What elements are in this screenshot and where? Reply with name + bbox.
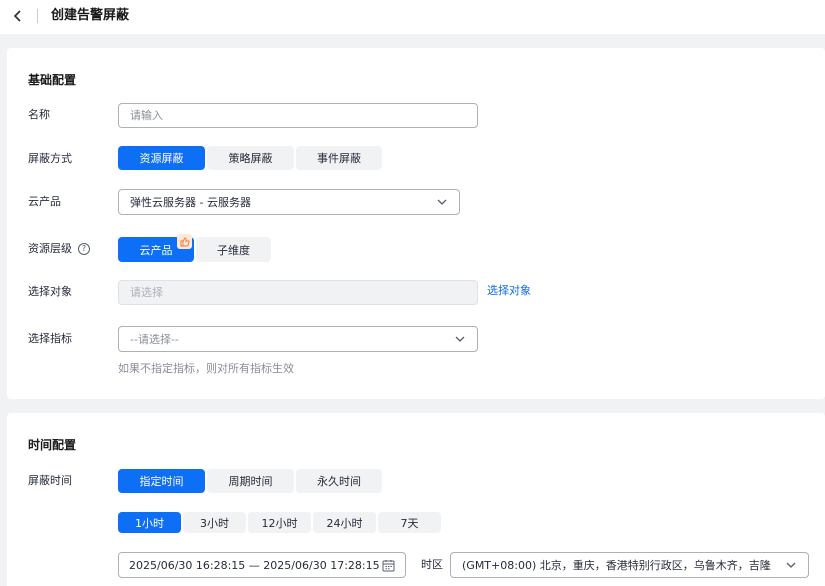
duration-12h[interactable]: 12小时 [248, 512, 311, 533]
select-metric-label: 选择指标 [28, 332, 72, 345]
mask-type-label: 屏蔽方式 [28, 152, 72, 165]
page-title: 创建告警屏蔽 [51, 8, 130, 23]
mask-type-resource[interactable]: 资源屏蔽 [118, 146, 205, 170]
mask-time-specified[interactable]: 指定时间 [118, 469, 205, 493]
mask-time-periodic[interactable]: 周期时间 [207, 469, 294, 493]
select-metric-hint: 如果不指定指标，则对所有指标生效 [118, 362, 294, 375]
mask-type-segment: 资源屏蔽 策略屏蔽 事件屏蔽 [118, 146, 382, 170]
select-object-label: 选择对象 [28, 285, 72, 298]
mask-time-label: 屏蔽时间 [28, 474, 72, 487]
back-arrow-icon[interactable] [10, 6, 26, 26]
basic-config-title: 基础配置 [28, 73, 77, 87]
select-object-link[interactable]: 选择对象 [487, 284, 531, 298]
select-object-input [118, 280, 478, 305]
duration-24h[interactable]: 24小时 [313, 512, 376, 533]
cloud-product-select[interactable]: 弹性云服务器 - 云服务器 [118, 189, 460, 215]
timezone-value: (GMT+08:00) 北京，重庆，香港特别行政区，乌鲁木齐，吉隆... [462, 559, 772, 572]
timezone-select[interactable]: (GMT+08:00) 北京，重庆，香港特别行政区，乌鲁木齐，吉隆... [450, 552, 809, 578]
resource-level-label: 资源层级 ? [28, 242, 90, 256]
mask-time-segment: 指定时间 周期时间 永久时间 [118, 469, 382, 493]
basic-config-card: 基础配置 名称 屏蔽方式 资源屏蔽 策略屏蔽 事件屏蔽 云产品 弹性云服务器 -… [7, 48, 825, 399]
time-config-card: 时间配置 屏蔽时间 指定时间 周期时间 永久时间 1小时 3小时 12小时 24… [7, 413, 825, 586]
mask-type-policy[interactable]: 策略屏蔽 [207, 146, 294, 170]
name-label: 名称 [28, 108, 50, 121]
top-bar: 创建告警屏蔽 [0, 0, 825, 34]
duration-1h[interactable]: 1小时 [118, 512, 181, 533]
help-icon[interactable]: ? [78, 243, 90, 255]
cloud-product-label: 云产品 [28, 195, 61, 208]
timezone-label: 时区 [421, 558, 443, 571]
thumbs-up-icon [177, 234, 192, 249]
title-divider [37, 9, 38, 23]
cloud-product-value: 弹性云服务器 - 云服务器 [130, 196, 251, 209]
resource-level-segment: 云产品 子维度 [118, 237, 271, 262]
calendar-icon [381, 558, 395, 572]
date-range-value: 2025/06/30 16:28:15 — 2025/06/30 17:28:1… [129, 558, 380, 572]
chevron-down-icon [785, 559, 797, 571]
mask-time-permanent[interactable]: 永久时间 [296, 469, 382, 493]
chevron-down-icon [436, 196, 448, 208]
time-config-title: 时间配置 [28, 438, 77, 452]
select-metric-select[interactable]: --请选择-- [118, 326, 478, 352]
chevron-down-icon [454, 333, 466, 345]
select-metric-placeholder: --请选择-- [130, 333, 179, 346]
resource-level-label-text: 资源层级 [28, 242, 72, 255]
resource-level-subdimension[interactable]: 子维度 [196, 237, 271, 262]
duration-segment: 1小时 3小时 12小时 24小时 7天 [118, 512, 441, 533]
duration-3h[interactable]: 3小时 [183, 512, 246, 533]
date-range-picker[interactable]: 2025/06/30 16:28:15 — 2025/06/30 17:28:1… [118, 552, 406, 578]
duration-7d[interactable]: 7天 [378, 512, 441, 533]
name-input[interactable] [118, 103, 478, 128]
mask-type-event[interactable]: 事件屏蔽 [296, 146, 382, 170]
